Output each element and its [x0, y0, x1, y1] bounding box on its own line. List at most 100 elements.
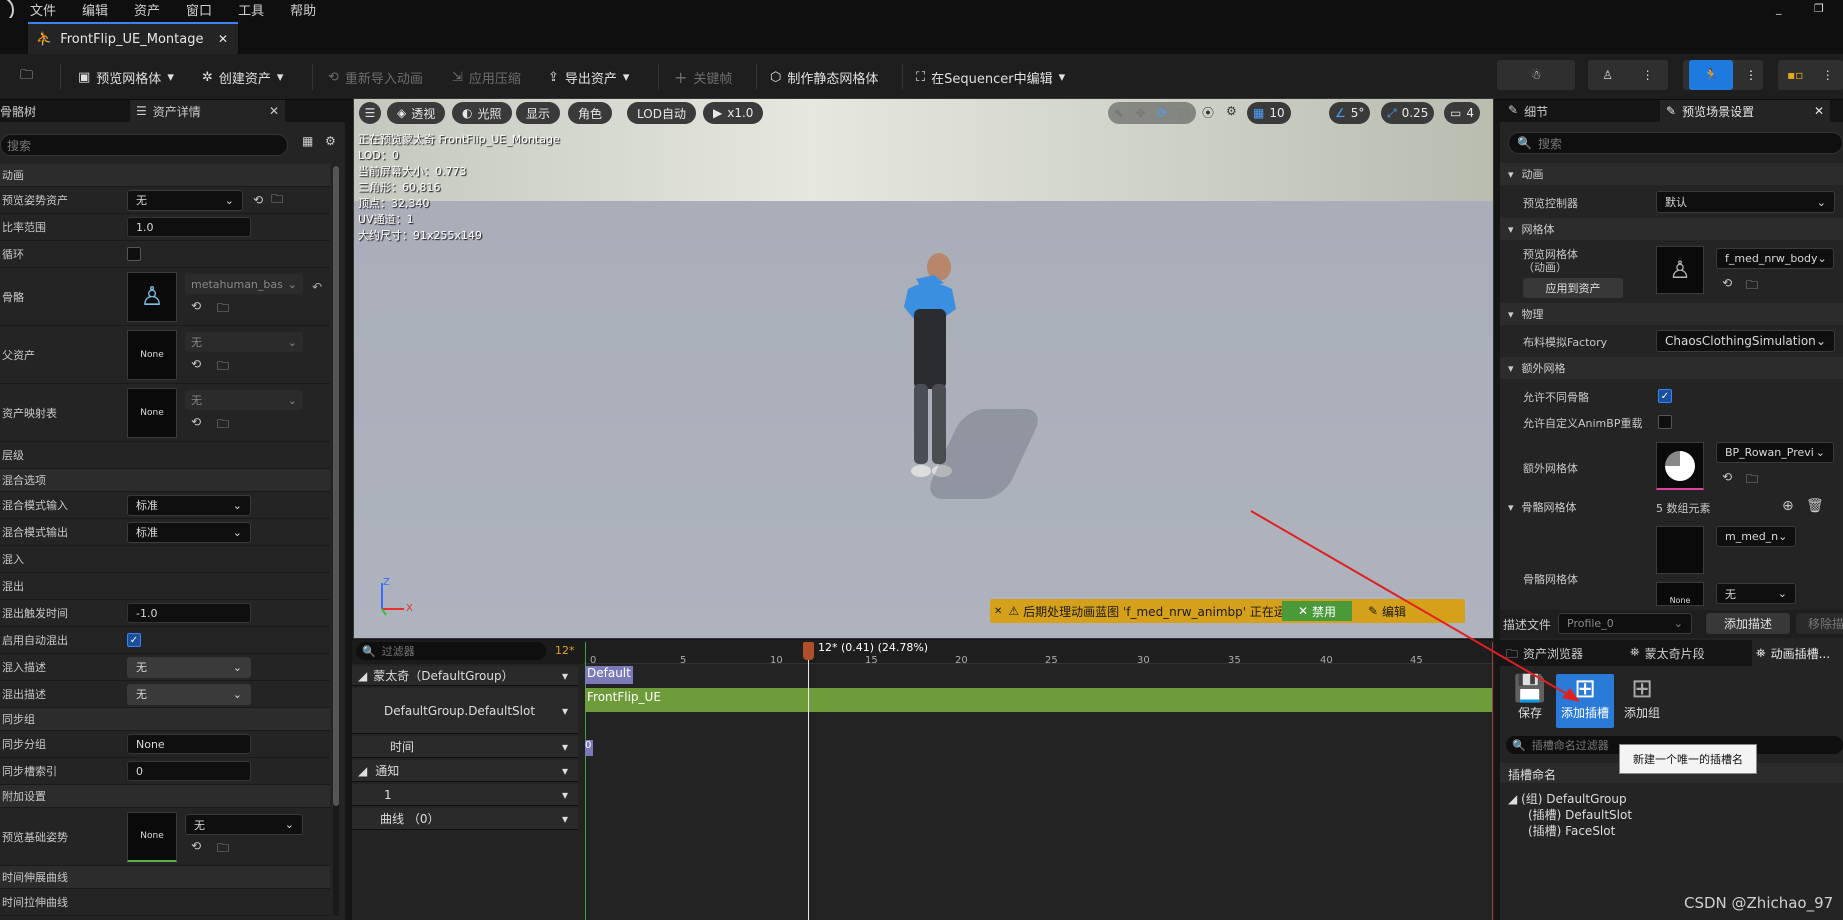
menu-window[interactable]: 窗口	[186, 0, 212, 19]
browse-icon[interactable]: 🗀	[271, 190, 283, 211]
section-physics[interactable]: ▾ 物理	[1500, 303, 1843, 325]
browse-icon[interactable]: 🗀	[217, 415, 229, 436]
add-element-icon[interactable]: ⊕	[1782, 498, 1794, 514]
section-animation-right[interactable]: ▾ 动画	[1500, 163, 1843, 185]
minimize-icon[interactable]: _	[1776, 2, 1782, 15]
tab-anim-slots[interactable]: ⛯ 动画插槽...	[1752, 640, 1843, 666]
preview-pose-combo[interactable]: 无 ⌄	[127, 189, 243, 211]
loop-checkbox[interactable]	[127, 247, 141, 261]
grid-snap-button[interactable]: ▦ 10	[1247, 102, 1291, 124]
reset-arrow-icon[interactable]: ⟲	[191, 299, 201, 313]
select-icon[interactable]: ⬉	[1114, 106, 1124, 120]
section-additive-settings[interactable]: 附加设置	[0, 785, 330, 808]
reset-arrow-icon[interactable]: ⟲	[191, 839, 201, 853]
blend-out-mode-combo[interactable]: 标准 ⌄	[127, 521, 251, 543]
undo-icon[interactable]: ↶	[312, 280, 322, 294]
tree-item-face-slot[interactable]: (插槽) FaceSlot	[1528, 822, 1615, 839]
rate-scale-field[interactable]: 1.0	[127, 217, 251, 237]
preview-mesh-thumbnail[interactable]: ♙	[1656, 246, 1704, 294]
blend-in-profile-combo[interactable]: 无 ⌄	[127, 656, 251, 678]
section-animation[interactable]: 动画	[0, 164, 330, 187]
asset-map-combo[interactable]: 无 ⌄	[185, 390, 303, 410]
menu-file[interactable]: 文件	[30, 0, 56, 19]
local-space-icon[interactable]: ⦿	[1202, 104, 1214, 121]
animation-mode-button[interactable]: 🏃 ⋮	[1683, 60, 1763, 90]
parent-asset-thumbnail[interactable]: None	[127, 329, 177, 380]
cloth-factory-combo[interactable]: ChaosClothingSimulation ⌄	[1656, 330, 1835, 352]
close-icon[interactable]: ✕	[269, 104, 279, 118]
time-track-header[interactable]: 时间 ▾	[352, 736, 578, 758]
move-icon[interactable]: ✥	[1135, 106, 1145, 120]
section-default-block[interactable]: Default	[585, 666, 633, 684]
menu-help[interactable]: 帮助	[290, 0, 316, 19]
reset-arrow-icon[interactable]: ⟲	[1722, 470, 1732, 484]
browse-icon[interactable]: 🗀	[217, 839, 229, 860]
angle-snap-button[interactable]: ∠ 5°	[1329, 102, 1371, 124]
sync-slot-index-field[interactable]: 0	[127, 761, 251, 781]
surface-snap-icon[interactable]: ⚙	[1226, 104, 1237, 118]
section-extra-mesh[interactable]: ▾ 额外网格	[1500, 357, 1843, 379]
tab-preview-scene[interactable]: ✎ 预览场景设置 ✕	[1660, 100, 1830, 122]
restore-icon[interactable]: ❐	[1814, 2, 1824, 15]
reset-arrow-icon[interactable]: ⟲	[191, 415, 201, 429]
reset-arrow-icon[interactable]: ⟲	[1722, 276, 1732, 290]
reimport-button[interactable]: ⟲ 重新导入动画	[328, 62, 423, 92]
close-icon[interactable]: ✕	[994, 606, 1002, 617]
allow-different-skeleton-checkbox[interactable]: ✓	[1658, 389, 1672, 403]
extra-mesh-thumbnail[interactable]	[1656, 442, 1704, 490]
frame-count-indicator[interactable]: 12*	[555, 644, 575, 657]
table-view-icon[interactable]: ▦	[302, 134, 313, 148]
menu-edit[interactable]: 编辑	[82, 0, 108, 19]
more-icon[interactable]: ⋮	[1822, 68, 1834, 82]
add-group-button[interactable]: ⊞ 添加组	[1618, 674, 1666, 726]
scrollbar[interactable]	[333, 166, 339, 916]
reset-arrow-icon[interactable]: ⟲	[191, 357, 201, 371]
show-button[interactable]: 显示	[516, 102, 561, 124]
slot-track-header[interactable]: DefaultGroup.DefaultSlot ▾	[352, 688, 578, 734]
document-tab[interactable]: ⛹ FrontFlip_UE_Montage ✕	[28, 22, 238, 54]
tab-details[interactable]: ✎ 细节	[1508, 103, 1548, 120]
preview-mesh-button[interactable]: ▣ 预览网格体 ▾	[78, 62, 174, 92]
lit-button[interactable]: ◐ 光照	[452, 102, 512, 124]
section-time-stretch[interactable]: 时间伸展曲线	[0, 866, 330, 889]
extra-mesh-combo[interactable]: BP_Rowan_Previ ⌄	[1716, 442, 1834, 463]
parent-asset-combo[interactable]: 无 ⌄	[185, 332, 303, 352]
blend-out-trigger-field[interactable]: -1.0	[127, 603, 251, 623]
menu-asset[interactable]: 资产	[134, 0, 160, 19]
sync-group-field[interactable]: None	[127, 734, 251, 754]
add-profile-button[interactable]: 添加描述	[1706, 613, 1790, 634]
curves-track-header[interactable]: 曲线 （0） ▾	[352, 808, 578, 830]
camera-speed-button[interactable]: ▭ 4	[1444, 102, 1480, 124]
tab-asset-details[interactable]: ☰ 资产详情 ✕	[130, 100, 285, 122]
tree-item-default-slot[interactable]: (插槽) DefaultSlot	[1528, 806, 1632, 823]
base-pose-thumbnail[interactable]: None	[127, 811, 177, 862]
close-icon[interactable]: ✕	[218, 32, 228, 46]
export-asset-button[interactable]: ⇪ 导出资产 ▾	[548, 62, 629, 92]
right-search-input[interactable]: 🔍 搜索	[1508, 132, 1843, 154]
notify-sub-track[interactable]: 1 ▾	[352, 784, 578, 806]
playhead-handle[interactable]	[803, 642, 814, 660]
asset-map-thumbnail[interactable]: None	[127, 387, 177, 438]
skeleton-combo[interactable]: metahuman_bas ⌄	[185, 274, 303, 294]
gear-icon[interactable]: ⚙	[325, 134, 336, 148]
more-icon[interactable]: ⋮	[1642, 68, 1654, 82]
reset-arrow-icon[interactable]: ⟲	[253, 193, 263, 207]
apply-to-asset-button[interactable]: 应用到资产	[1523, 278, 1623, 298]
make-static-mesh-button[interactable]: ⬡ 制作静态网格体	[770, 62, 878, 92]
blend-in-mode-combo[interactable]: 标准 ⌄	[127, 494, 251, 516]
preview-mesh-combo[interactable]: f_med_nrw_body ⌄	[1716, 248, 1834, 269]
montage-track-header[interactable]: ◢ 蒙太奇（DefaultGroup） ▾	[352, 666, 578, 686]
browse-icon[interactable]: 🗀	[1746, 276, 1758, 297]
hamburger-menu-icon[interactable]: ☰	[359, 102, 381, 124]
play-rate-button[interactable]: ▶ x1.0	[703, 102, 764, 124]
blend-out-profile-combo[interactable]: 无 ⌄	[127, 683, 251, 705]
scale-icon[interactable]: ⬚	[1179, 106, 1190, 120]
tree-item-default-group[interactable]: ◢ (组) DefaultGroup	[1508, 790, 1627, 807]
skeletal-mesh-thumbnail[interactable]	[1656, 526, 1704, 574]
edit-in-sequencer-button[interactable]: ⛶ 在Sequencer中编辑 ▾	[916, 62, 1065, 92]
create-asset-button[interactable]: ✲ 创建资产 ▾	[202, 62, 283, 92]
lod-button[interactable]: LOD自动	[627, 102, 696, 124]
skeleton-thumbnail[interactable]: ♙	[127, 271, 177, 322]
close-icon[interactable]: ✕	[1814, 104, 1824, 118]
allow-custom-animbp-checkbox[interactable]	[1658, 415, 1672, 429]
